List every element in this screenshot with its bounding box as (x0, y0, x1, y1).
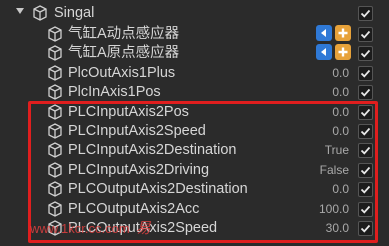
checkbox[interactable] (358, 201, 373, 217)
tree-item-label: PLCOutputAxis2Destination (68, 181, 248, 198)
cube-icon (48, 103, 62, 120)
cube-icon (48, 84, 62, 100)
checkbox[interactable] (358, 124, 373, 139)
tree-item[interactable]: 气缸A动点感应器 (0, 24, 389, 45)
checkbox[interactable] (358, 65, 373, 81)
cube-icon (48, 123, 62, 139)
cube-icon (48, 26, 62, 42)
checkbox[interactable] (358, 221, 373, 236)
cube-icon (48, 162, 62, 178)
tree-item-label: PLCInputAxis2Speed (68, 123, 206, 139)
tree-item[interactable]: PLCInputAxis2Driving False (0, 160, 389, 181)
tree-item[interactable]: PLCInputAxis2Pos 0.0 (0, 102, 389, 123)
watermark-text: www.1kcr.cc.com (30, 221, 130, 236)
tree-item[interactable]: PlcInAxis1Pos 0.0 (0, 82, 389, 103)
cube-icon (48, 65, 62, 81)
tree-item[interactable]: PLCInputAxis2Speed 0.0 (0, 121, 389, 142)
tree-item-label: 气缸A原点感应器 (68, 45, 180, 62)
tree-item-value: False (319, 162, 349, 177)
tree-item-value: 30.0 (325, 221, 349, 235)
tree-item-label: PLCInputAxis2Driving (68, 161, 210, 178)
tree-item-value: 0.0 (332, 104, 349, 119)
root-row-singal[interactable]: Singal (0, 3, 389, 24)
tree-item-label: PLCOutputAxis2Acc (68, 200, 200, 217)
tree-item-value: 100.0 (318, 201, 349, 216)
tree-item-value: 0.0 (332, 65, 349, 80)
plus-icon[interactable] (335, 25, 351, 41)
tree-item[interactable]: PLCOutputAxis2Destination 0.0 (0, 179, 389, 200)
checkbox[interactable] (358, 143, 373, 159)
tree-item-value: 0.0 (332, 182, 349, 197)
tree-item-label: PLCInputAxis2Pos (68, 103, 189, 120)
watermark: www.1kcr.cc.com 易 (30, 217, 151, 238)
tree-item-value: True (324, 143, 349, 158)
arrow-left-icon[interactable] (316, 25, 332, 41)
tree-item[interactable]: 气缸A原点感应器 (0, 43, 389, 64)
watermark-brand: 易 (135, 219, 151, 237)
cube-icon (48, 181, 62, 197)
plus-icon[interactable] (335, 44, 351, 61)
tree-item-label: PlcOutAxis1Plus (68, 64, 176, 81)
cube-icon (48, 200, 62, 217)
checkbox[interactable] (358, 104, 373, 120)
tree-item-label: 气缸A动点感应器 (68, 26, 180, 42)
checkbox[interactable] (358, 85, 373, 101)
cube-icon (48, 142, 62, 159)
tree-item-label: PlcInAxis1Pos (68, 84, 161, 101)
tree-item-label: PLCInputAxis2Destination (68, 142, 237, 159)
tree-item[interactable]: PlcOutAxis1Plus 0.0 (0, 63, 389, 84)
arrow-left-icon[interactable] (316, 44, 332, 61)
tree-item-value: 0.0 (332, 85, 349, 100)
tree-item[interactable]: PLCInputAxis2Destination True (0, 140, 389, 161)
foldout-triangle-icon[interactable] (16, 8, 24, 14)
cube-icon (48, 45, 62, 62)
checkbox[interactable] (358, 46, 373, 62)
root-label: Singal (54, 5, 95, 21)
tree-item-value: 0.0 (332, 124, 349, 138)
checkbox[interactable] (358, 162, 373, 178)
cube-icon (33, 5, 47, 21)
checkbox[interactable] (358, 27, 373, 42)
root-checkbox[interactable] (358, 6, 373, 21)
checkbox[interactable] (358, 182, 373, 198)
